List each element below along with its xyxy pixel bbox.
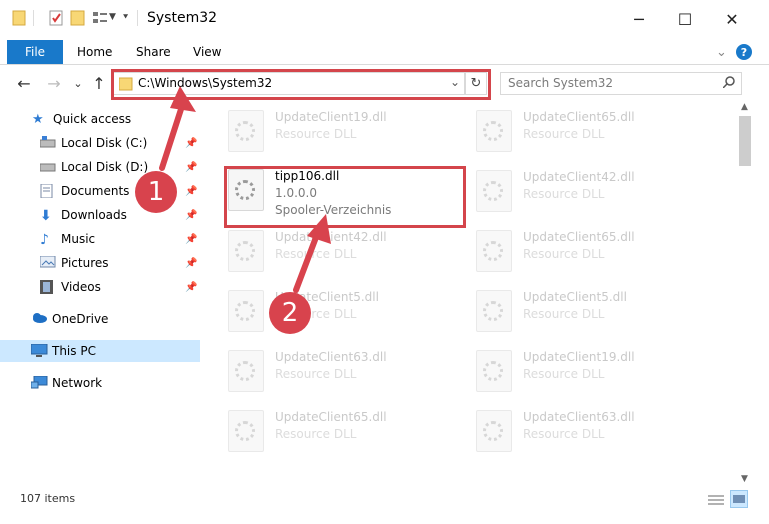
annotation-arrows	[159, 86, 331, 293]
step-1-badge: 1	[135, 171, 177, 213]
step-2-badge: 2	[269, 292, 311, 334]
